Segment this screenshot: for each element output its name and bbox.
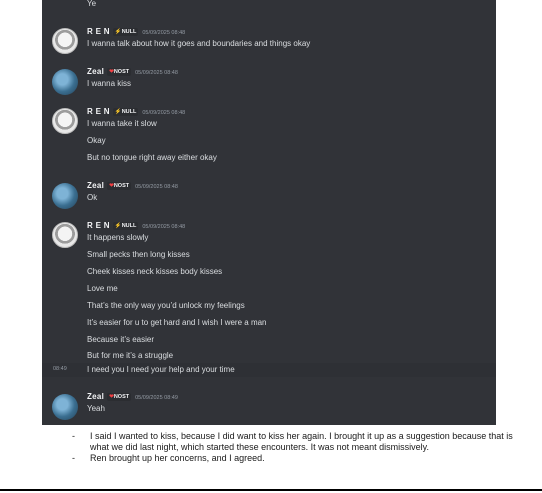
message-line: I wanna take it slow	[87, 119, 157, 128]
author-name[interactable]: Zeal	[87, 67, 104, 76]
note-item: - I said I wanted to kiss, because I did…	[72, 431, 522, 453]
message-line: But no tongue right away either okay	[87, 153, 217, 162]
role-tag[interactable]: ⚡NULL	[112, 108, 139, 116]
hover-timestamp: 08:49	[53, 366, 67, 372]
message-line: Because it’s easier	[87, 335, 154, 344]
hovered-message-row[interactable]: 08:49 I need you I need your help and yo…	[42, 363, 496, 377]
timestamp: 05/09/2025 08:48	[142, 110, 186, 116]
chat-panel: Ye R E N ⚡NULL 05/09/2025 08:48 I wanna ta…	[42, 0, 496, 425]
message-line: Small pecks then long kisses	[87, 250, 190, 259]
message-line: Ye	[87, 0, 97, 8]
author-header: R E N ⚡NULL 05/09/2025 08:48	[87, 221, 185, 230]
notes-list: - I said I wanted to kiss, because I did…	[72, 431, 522, 464]
message-line: That’s the only way you’d unlock my feel…	[87, 301, 245, 310]
role-tag[interactable]: ⚡NULL	[112, 222, 139, 230]
note-item: - Ren brought up her concerns, and I agr…	[72, 453, 522, 464]
message-line: Cheek kisses neck kisses body kisses	[87, 267, 223, 276]
timestamp: 05/09/2025 08:48	[142, 224, 186, 230]
author-header: Zeal ❤NOST 05/09/2025 08:48	[87, 181, 178, 190]
author-header: Zeal ❤NOST 05/09/2025 08:49	[87, 392, 178, 401]
avatar[interactable]	[52, 69, 78, 95]
timestamp: 05/09/2025 08:48	[135, 184, 178, 190]
message-line: But for me it’s a struggle	[87, 351, 174, 360]
author-header: R E N ⚡NULL 05/09/2025 08:48	[87, 107, 185, 116]
role-tag[interactable]: ❤NOST	[107, 182, 132, 190]
author-name[interactable]: R E N	[87, 27, 110, 36]
avatar[interactable]	[52, 108, 78, 134]
message-line: I wanna talk about how it goes and bound…	[87, 39, 311, 48]
author-name[interactable]: Zeal	[87, 392, 104, 401]
timestamp: 05/09/2025 08:48	[142, 30, 186, 36]
author-name[interactable]: R E N	[87, 221, 110, 230]
note-bullet: -	[72, 453, 75, 463]
divider	[0, 489, 542, 491]
lightning-icon: ⚡	[114, 109, 122, 115]
note-text: I said I wanted to kiss, because I did w…	[90, 431, 513, 452]
message-line: Ok	[87, 193, 98, 202]
avatar[interactable]	[52, 183, 78, 209]
author-name[interactable]: R E N	[87, 107, 110, 116]
author-header: R E N ⚡NULL 05/09/2025 08:48	[87, 27, 185, 36]
author-header: Zeal ❤NOST 05/09/2025 08:48	[87, 67, 178, 76]
message-line: It’s easier for u to get hard and I wish…	[87, 318, 267, 327]
message-line: It happens slowly	[87, 233, 149, 242]
role-tag[interactable]: ⚡NULL	[112, 28, 139, 36]
role-tag[interactable]: ❤NOST	[107, 68, 132, 76]
timestamp: 05/09/2025 08:49	[135, 395, 178, 401]
note-text: Ren brought up her concerns, and I agree…	[90, 453, 265, 463]
lightning-icon: ⚡	[114, 29, 122, 35]
message-line: Love me	[87, 284, 118, 293]
author-name[interactable]: Zeal	[87, 181, 104, 190]
message-line: I wanna kiss	[87, 79, 132, 88]
lightning-icon: ⚡	[114, 223, 122, 229]
message-line: Yeah	[87, 404, 105, 413]
avatar[interactable]	[52, 28, 78, 54]
timestamp: 05/09/2025 08:48	[135, 70, 178, 76]
avatar[interactable]	[52, 394, 78, 420]
role-tag[interactable]: ❤NOST	[107, 393, 132, 401]
message-line: Okay	[87, 136, 106, 145]
avatar[interactable]	[52, 222, 78, 248]
message-line: I need you I need your help and your tim…	[87, 365, 235, 374]
note-bullet: -	[72, 431, 75, 441]
